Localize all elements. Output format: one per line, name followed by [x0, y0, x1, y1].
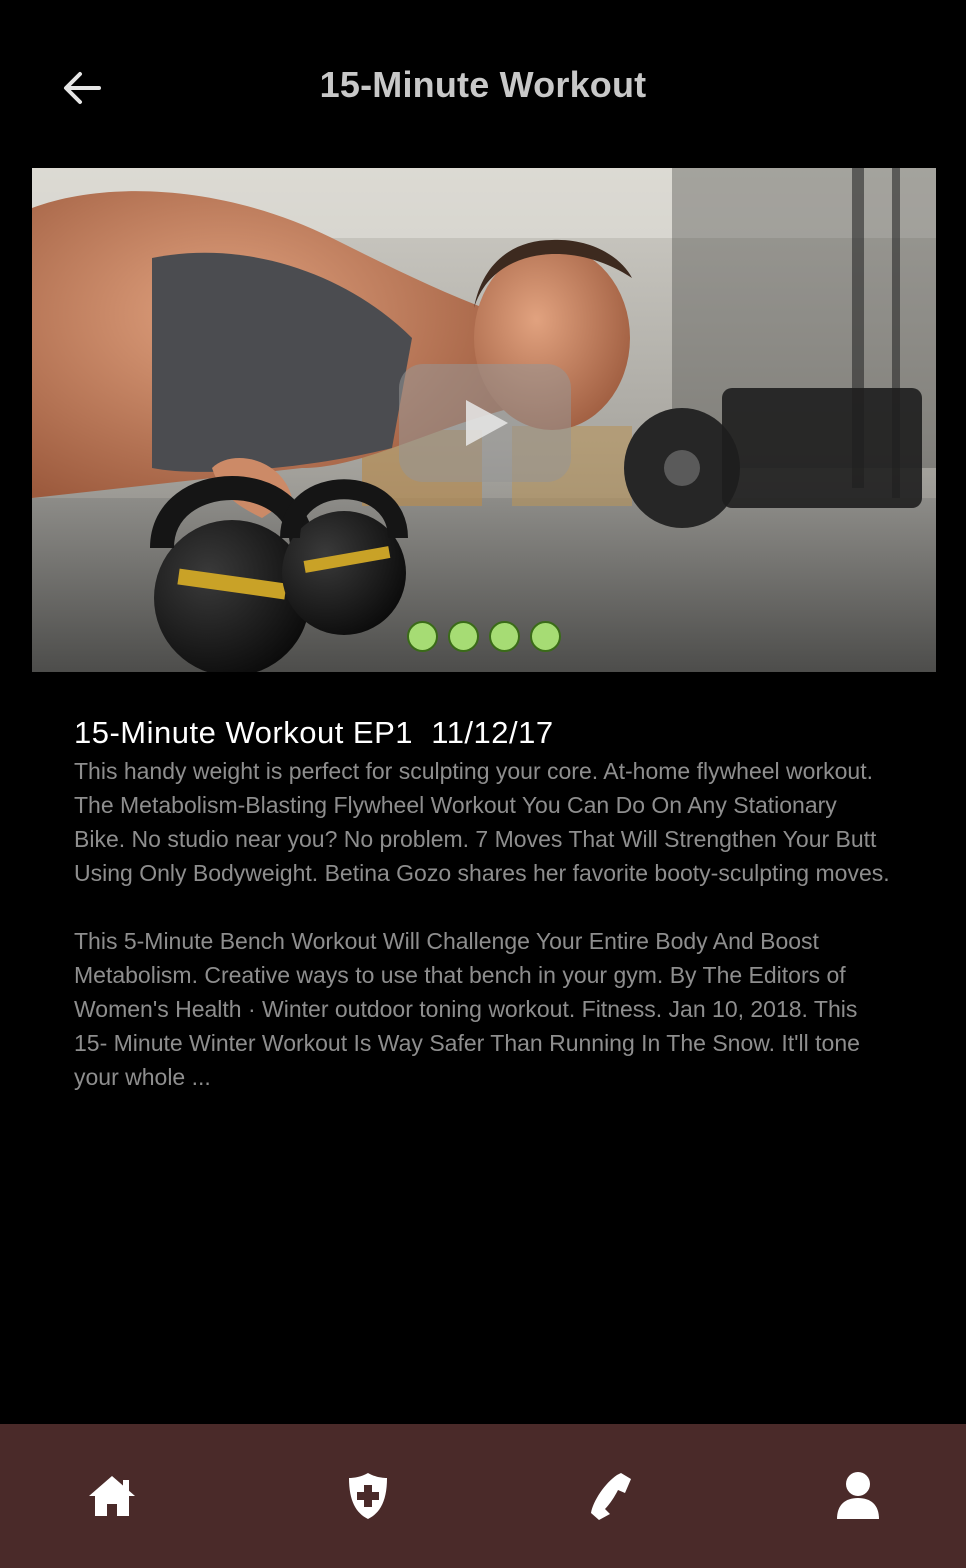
slide-dot[interactable] — [407, 621, 438, 652]
bottom-tab-bar — [0, 1424, 966, 1568]
article: 15-Minute Workout EP1 11/12/17 This hand… — [74, 712, 894, 1094]
article-paragraph: This handy weight is perfect for sculpti… — [74, 758, 890, 886]
tab-profile[interactable] — [828, 1466, 888, 1526]
user-icon — [837, 1472, 879, 1519]
play-icon — [466, 400, 508, 446]
slide-dot[interactable] — [448, 621, 479, 652]
phone-icon — [591, 1473, 631, 1520]
top-bar: 15-Minute Workout — [0, 0, 966, 168]
home-icon — [89, 1476, 135, 1516]
slide-indicator — [32, 621, 936, 652]
tab-phone[interactable] — [580, 1466, 640, 1526]
article-paragraph: This 5-Minute Bench Workout Will Challen… — [74, 928, 860, 1090]
tab-home[interactable] — [82, 1466, 142, 1526]
slide-dot[interactable] — [489, 621, 520, 652]
tab-health[interactable] — [338, 1466, 398, 1526]
slide-dot[interactable] — [530, 621, 561, 652]
play-button[interactable] — [399, 364, 571, 482]
episode-title: 15-Minute Workout EP1 11/12/17 — [74, 715, 554, 750]
page-title: 15-Minute Workout — [319, 64, 647, 105]
video-player[interactable] — [32, 168, 936, 672]
medical-shield-icon — [349, 1473, 387, 1519]
